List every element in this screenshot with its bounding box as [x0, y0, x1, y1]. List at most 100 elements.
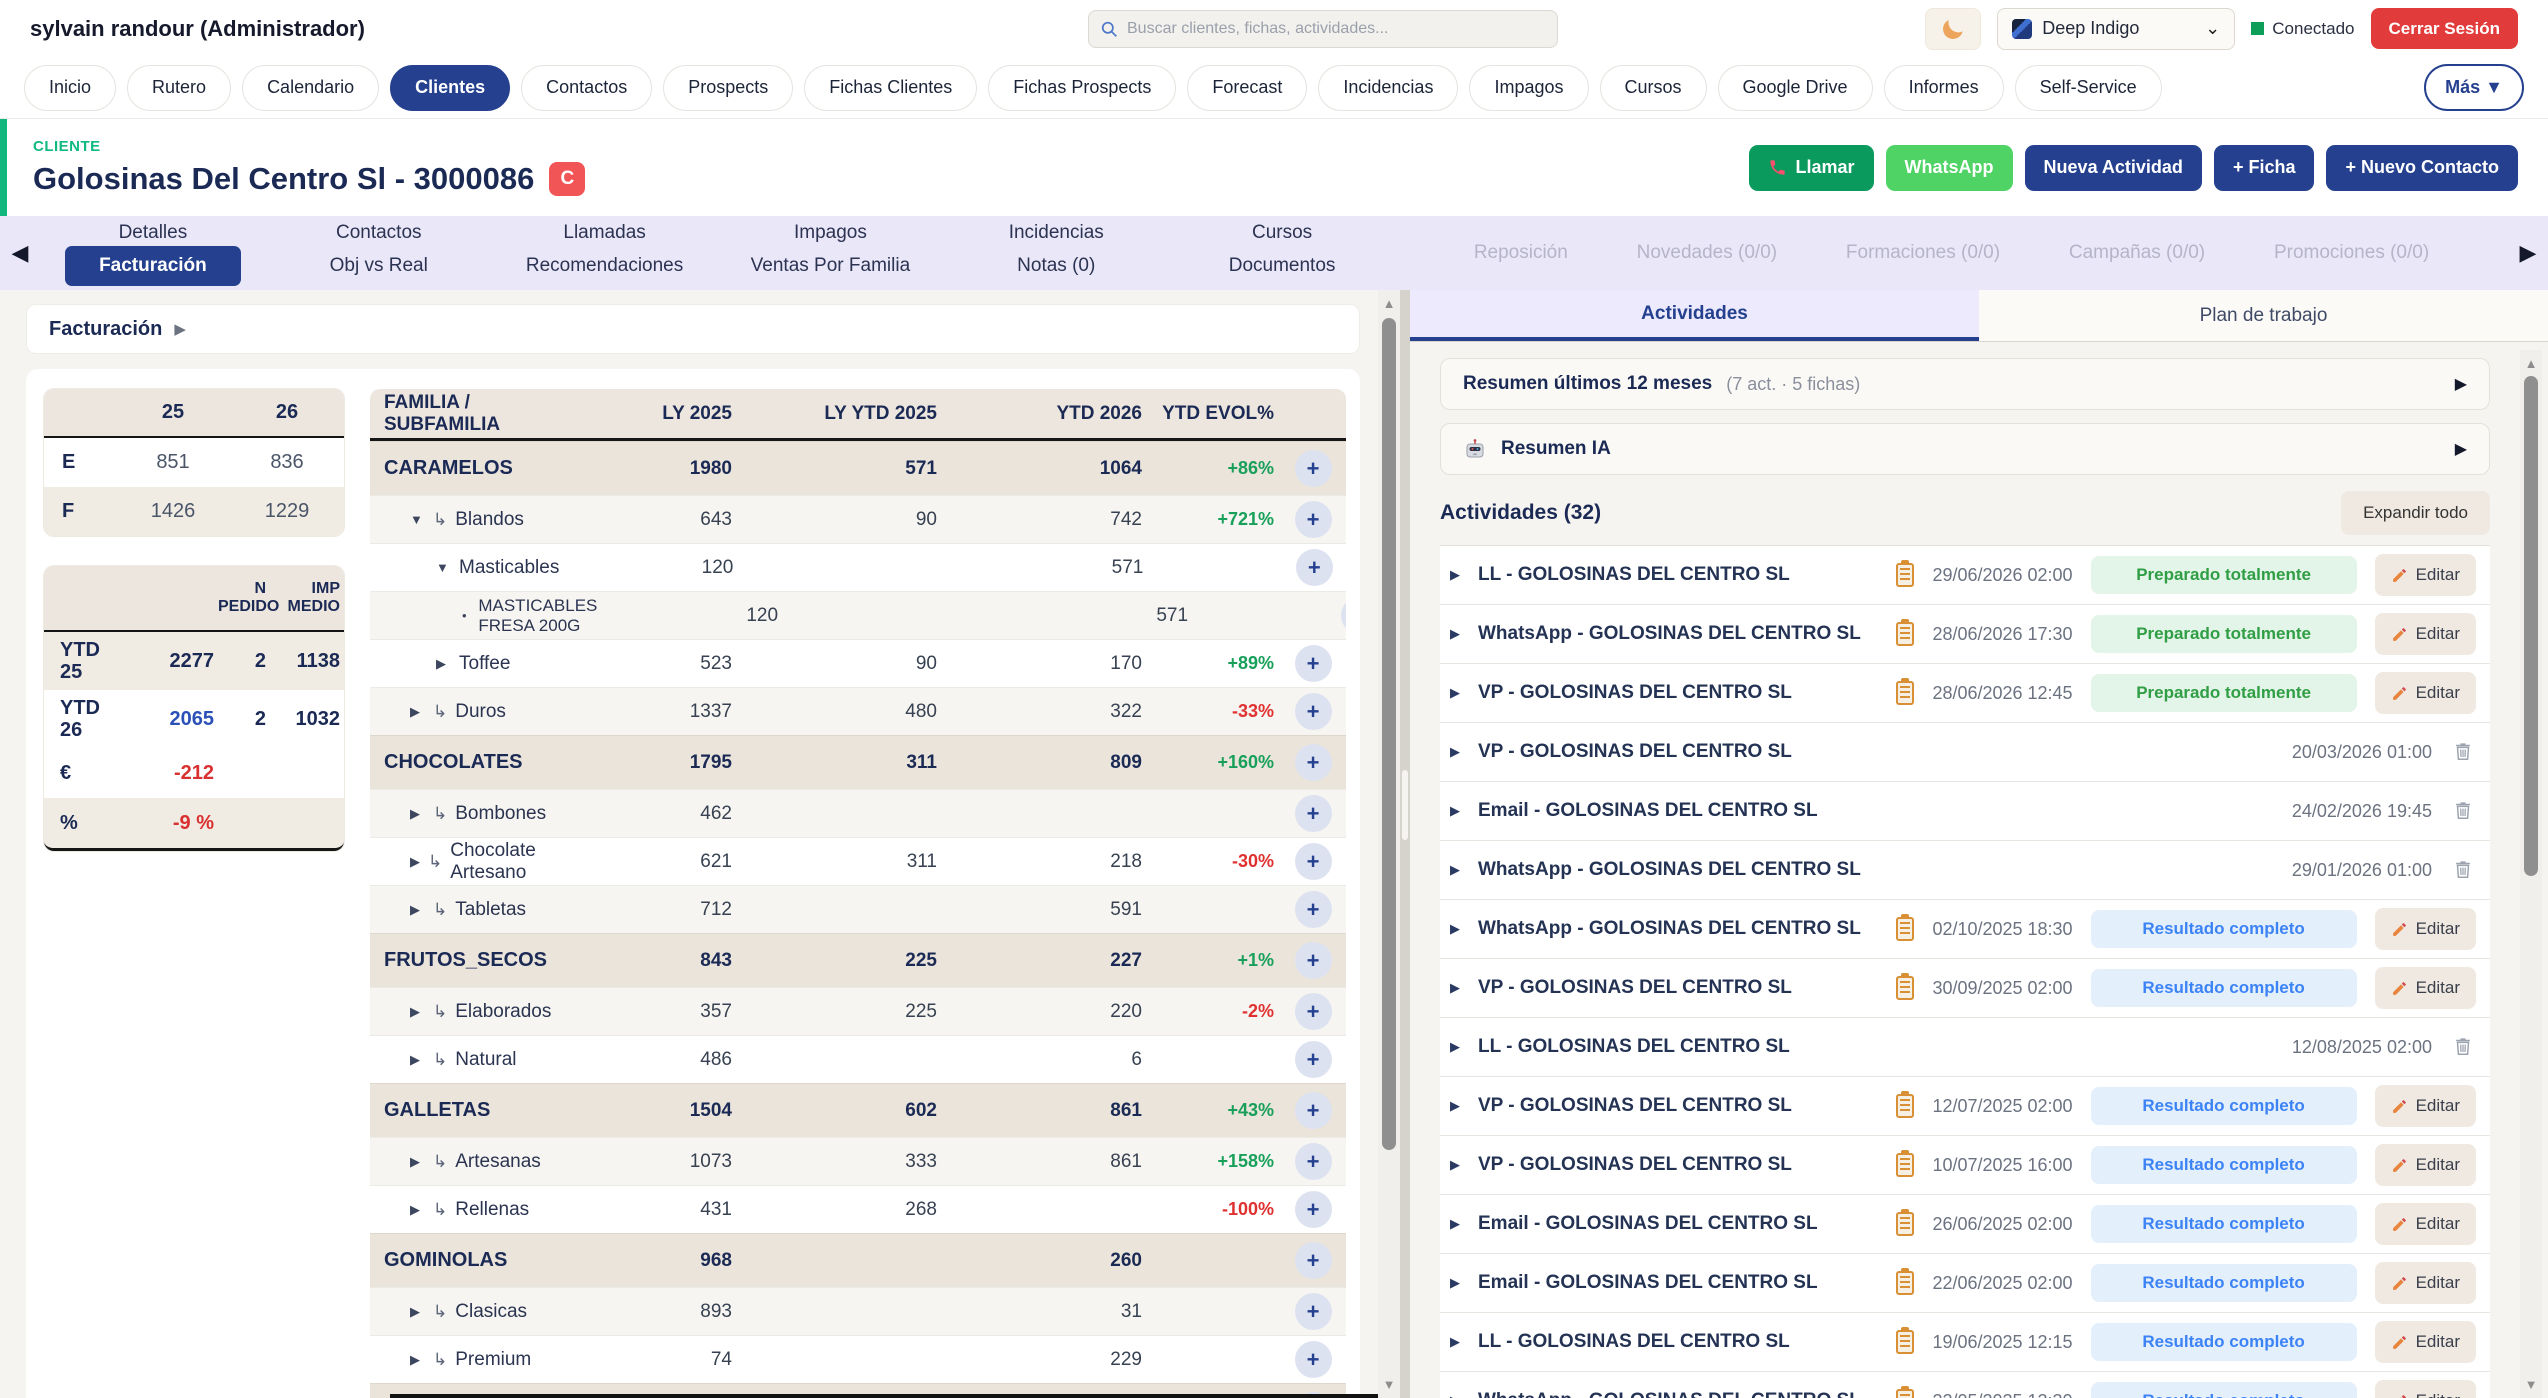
- delete-button[interactable]: [2450, 797, 2476, 826]
- edit-button[interactable]: Editar: [2375, 908, 2476, 950]
- edit-button[interactable]: Editar: [2375, 554, 2476, 596]
- expand-icon[interactable]: ▶: [410, 1352, 425, 1368]
- search-input[interactable]: [1127, 20, 1545, 38]
- expand-all-button[interactable]: Expandir todo: [2341, 491, 2490, 535]
- expand-icon[interactable]: ▶: [1450, 1334, 1478, 1350]
- expand-icon[interactable]: ▶: [1450, 744, 1478, 760]
- logout-button[interactable]: Cerrar Sesión: [2371, 8, 2519, 49]
- subnav-scroll-right-icon[interactable]: ▶: [2508, 216, 2548, 290]
- scroll-down-icon[interactable]: ▼: [2520, 1377, 2542, 1392]
- edit-button[interactable]: Editar: [2375, 1380, 2476, 1398]
- add-button[interactable]: +: [1295, 693, 1332, 730]
- activity-row[interactable]: ▶WhatsApp - GOLOSINAS DEL CENTRO SL29/01…: [1440, 841, 2490, 900]
- familia-row[interactable]: ▶↳Artesanas1073333861+158%+: [370, 1137, 1346, 1185]
- edit-button[interactable]: Editar: [2375, 1321, 2476, 1363]
- tab-plan-de-trabajo[interactable]: Plan de trabajo: [1979, 290, 2548, 341]
- familia-row[interactable]: CHOCOLATES1795311809+160%+: [370, 735, 1346, 789]
- expand-icon[interactable]: ▶: [410, 1304, 425, 1320]
- familia-row[interactable]: GOMINOLAS968260+: [370, 1233, 1346, 1287]
- activity-row[interactable]: ▶WhatsApp - GOLOSINAS DEL CENTRO SL28/06…: [1440, 605, 2490, 664]
- nav-item-fichas-prospects[interactable]: Fichas Prospects: [988, 65, 1176, 111]
- nav-item-self-service[interactable]: Self-Service: [2015, 65, 2162, 111]
- familia-row[interactable]: ▶↳Tabletas712591+: [370, 885, 1346, 933]
- llamar-button[interactable]: Llamar: [1749, 145, 1874, 191]
- nav-item-impagos[interactable]: Impagos: [1469, 65, 1588, 111]
- delete-button[interactable]: [2450, 856, 2476, 885]
- expand-icon[interactable]: ▶: [410, 806, 425, 822]
- add-button[interactable]: +: [1295, 1341, 1332, 1378]
- activity-row[interactable]: ▶LL - GOLOSINAS DEL CENTRO SL29/06/2026 …: [1440, 546, 2490, 605]
- expand-icon[interactable]: ▶: [1450, 803, 1478, 819]
- familia-row[interactable]: ▶↳Duros1337480322-33%+: [370, 687, 1346, 735]
- subtab-contactos[interactable]: Contactos: [266, 222, 492, 244]
- activity-row[interactable]: ▶WhatsApp - GOLOSINAS DEL CENTRO SL22/05…: [1440, 1372, 2490, 1398]
- add-button[interactable]: +: [1295, 1293, 1332, 1330]
- edit-button[interactable]: Editar: [2375, 967, 2476, 1009]
- expand-icon[interactable]: ▶: [1450, 921, 1478, 937]
- activity-row[interactable]: ▶VP - GOLOSINAS DEL CENTRO SL12/07/2025 …: [1440, 1077, 2490, 1136]
- add-button[interactable]: +: [1296, 549, 1333, 586]
- subtab-ventas-por-familia[interactable]: Ventas Por Familia: [717, 255, 943, 277]
- activity-row[interactable]: ▶WhatsApp - GOLOSINAS DEL CENTRO SL02/10…: [1440, 900, 2490, 959]
- expand-icon[interactable]: ▶: [410, 854, 420, 870]
- expand-icon[interactable]: ▶: [1450, 980, 1478, 996]
- familia-row[interactable]: ▼Masticables120571+: [370, 543, 1346, 591]
- dark-mode-toggle[interactable]: [1925, 8, 1981, 50]
- familia-row[interactable]: GALLETAS1504602861+43%+: [370, 1083, 1346, 1137]
- activity-row[interactable]: ▶VP - GOLOSINAS DEL CENTRO SL20/03/2026 …: [1440, 723, 2490, 782]
- nueva-actividad-button[interactable]: Nueva Actividad: [2025, 145, 2202, 191]
- collapse-icon[interactable]: ▼: [436, 560, 451, 575]
- nav-item-forecast[interactable]: Forecast: [1187, 65, 1307, 111]
- summary-12-months-card[interactable]: Resumen últimos 12 meses (7 act. · 5 fic…: [1440, 358, 2490, 410]
- nav-item-inicio[interactable]: Inicio: [24, 65, 116, 111]
- edit-button[interactable]: Editar: [2375, 1203, 2476, 1245]
- expand-icon[interactable]: ▶: [1450, 862, 1478, 878]
- subtab-reposición[interactable]: Reposición: [1474, 242, 1568, 264]
- nav-item-informes[interactable]: Informes: [1884, 65, 2004, 111]
- nav-item-clientes[interactable]: Clientes: [390, 65, 510, 111]
- activity-row[interactable]: ▶Email - GOLOSINAS DEL CENTRO SL24/02/20…: [1440, 782, 2490, 841]
- expand-icon[interactable]: ▶: [410, 902, 425, 918]
- add-button[interactable]: +: [1295, 450, 1332, 487]
- add-button[interactable]: +: [1295, 1242, 1332, 1279]
- search-box[interactable]: [1088, 10, 1558, 48]
- edit-button[interactable]: Editar: [2375, 1085, 2476, 1127]
- expand-icon[interactable]: ▶: [410, 1154, 425, 1170]
- expand-icon[interactable]: ▶: [410, 1004, 425, 1020]
- subtab-incidencias[interactable]: Incidencias: [943, 222, 1169, 244]
- activity-row[interactable]: ▶Email - GOLOSINAS DEL CENTRO SL26/06/20…: [1440, 1195, 2490, 1254]
- expand-icon[interactable]: ▶: [1450, 1157, 1478, 1173]
- nav-item-cursos[interactable]: Cursos: [1600, 65, 1707, 111]
- nav-item-incidencias[interactable]: Incidencias: [1318, 65, 1458, 111]
- familia-row[interactable]: ▶↳Elaborados357225220-2%+: [370, 987, 1346, 1035]
- nav-item-fichas-clientes[interactable]: Fichas Clientes: [804, 65, 977, 111]
- billing-expand-icon[interactable]: ▶: [174, 320, 186, 338]
- familia-row[interactable]: FRUTOS_SECOS843225227+1%+: [370, 933, 1346, 987]
- add-button[interactable]: +: [1295, 993, 1332, 1030]
- expand-icon[interactable]: ▶: [1450, 685, 1478, 701]
- familia-row[interactable]: ▶↳Premium74229+: [370, 1335, 1346, 1383]
- edit-button[interactable]: Editar: [2375, 1144, 2476, 1186]
- panel-divider[interactable]: [1400, 290, 1410, 1398]
- familia-row[interactable]: •MASTICABLES FRESA 200G120571+: [370, 591, 1346, 639]
- expand-icon[interactable]: ▶: [1450, 1216, 1478, 1232]
- familia-row[interactable]: ▶↳Natural4866+: [370, 1035, 1346, 1083]
- familia-row[interactable]: ▶↳Chocolate Artesano621311218-30%+: [370, 837, 1346, 885]
- add-button[interactable]: +: [1295, 501, 1332, 538]
- add-button[interactable]: +: [1295, 1191, 1332, 1228]
- familia-row[interactable]: ▶↳Rellenas431268-100%+: [370, 1185, 1346, 1233]
- left-scrollbar-thumb[interactable]: [1382, 318, 1396, 1150]
- collapse-icon[interactable]: ▼: [410, 512, 425, 527]
- delete-button[interactable]: [2450, 1033, 2476, 1062]
- subtab-impagos[interactable]: Impagos: [717, 222, 943, 244]
- subtab-recomendaciones[interactable]: Recomendaciones: [492, 255, 718, 277]
- add-button[interactable]: +: [1295, 744, 1332, 781]
- subnav-scroll-left-icon[interactable]: ◀: [0, 216, 40, 290]
- theme-select[interactable]: Deep Indigo ⌄: [1997, 8, 2235, 50]
- subtab-detalles[interactable]: Detalles: [40, 222, 266, 244]
- activities-scrollbar-thumb[interactable]: [2524, 376, 2538, 876]
- scroll-down-icon[interactable]: ▼: [1378, 1377, 1400, 1392]
- expand-icon[interactable]: ▶: [1450, 1039, 1478, 1055]
- delete-button[interactable]: [2450, 738, 2476, 767]
- expand-icon[interactable]: ▶: [1450, 567, 1478, 583]
